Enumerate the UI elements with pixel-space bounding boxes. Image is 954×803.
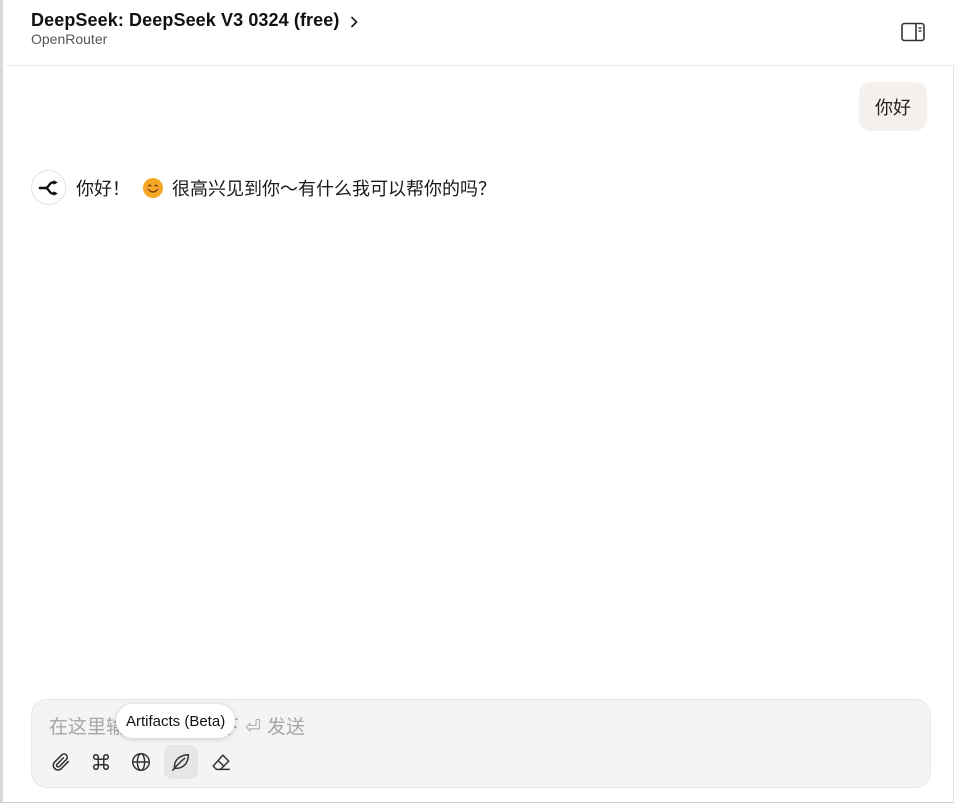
app-window: DeepSeek: DeepSeek V3 0324 (free) OpenRo… xyxy=(0,0,954,803)
model-title: DeepSeek: DeepSeek V3 0324 (free) xyxy=(31,10,340,30)
assistant-reply: 很高兴见到你～有什么我可以帮你的吗？ xyxy=(172,178,496,200)
command-icon xyxy=(92,753,110,771)
paperclip-icon xyxy=(52,753,70,771)
clear-button[interactable] xyxy=(204,745,238,779)
artifacts-tooltip: Artifacts (Beta) xyxy=(116,704,236,738)
smiling-face-emoji-icon xyxy=(142,177,164,199)
assistant-message-text: 你好！ 很高兴见到你～有什么我可以帮你的吗？ xyxy=(76,175,496,201)
assistant-avatar xyxy=(31,170,66,205)
web-search-button[interactable] xyxy=(124,745,158,779)
globe-icon xyxy=(132,753,150,771)
chat-header: DeepSeek: DeepSeek V3 0324 (free) OpenRo… xyxy=(6,0,954,66)
chevron-right-icon xyxy=(347,14,361,28)
assistant-greeting: 你好！ xyxy=(76,178,130,200)
user-message-text: 你好 xyxy=(875,97,911,119)
user-message-bubble: 你好 xyxy=(859,82,927,131)
attach-button[interactable] xyxy=(44,745,78,779)
leaf-icon xyxy=(172,753,190,771)
artifacts-button[interactable] xyxy=(164,745,198,779)
openrouter-logo-icon xyxy=(38,179,58,196)
sidebar-panel-icon[interactable] xyxy=(900,20,926,44)
composer-toolbar xyxy=(44,745,244,779)
assistant-message: 你好！ 很高兴见到你～有什么我可以帮你的吗？ xyxy=(31,170,496,205)
shortcuts-button[interactable] xyxy=(84,745,118,779)
eraser-icon xyxy=(212,754,230,771)
model-selector[interactable]: DeepSeek: DeepSeek V3 0324 (free) xyxy=(31,10,361,31)
provider-label: OpenRouter xyxy=(31,31,108,47)
